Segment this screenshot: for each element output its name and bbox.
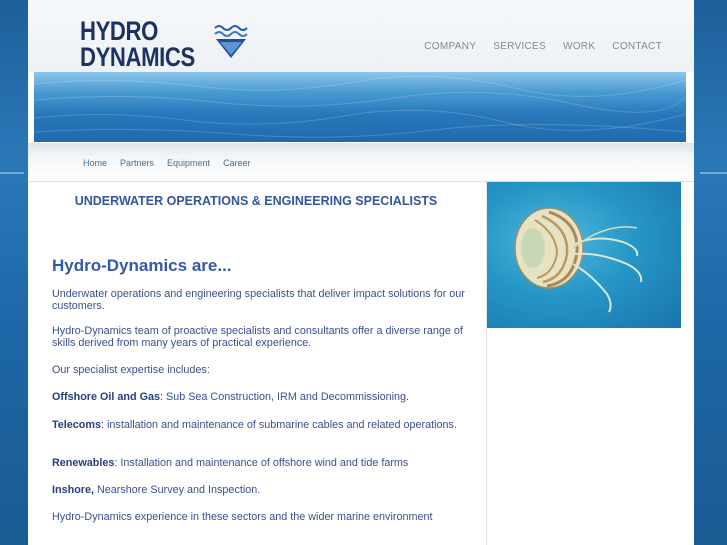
nav-work[interactable]: WORK [563, 41, 595, 52]
expertise-text: : Sub Sea Construction, IRM and Decommis… [160, 391, 410, 403]
subnav-partners[interactable]: Partners [120, 158, 154, 168]
expertise-item: Inshore, Nearshore Survey and Inspection… [52, 484, 466, 497]
expertise-text: Nearshore Survey and Inspection. [94, 484, 261, 496]
nav-services[interactable]: SERVICES [493, 41, 546, 52]
nautilus-photo [487, 182, 681, 328]
expertise-term: Telecoms [52, 419, 102, 431]
subnav-equipment[interactable]: Equipment [167, 158, 210, 168]
logo-text-line1[interactable]: HYDRO [80, 18, 158, 45]
background-streak [700, 172, 727, 174]
ocean-banner [34, 72, 686, 142]
expertise-text: : Installation and maintenance of offsho… [114, 457, 409, 469]
header: HYDRO DYNAMICS COMPANY SERVICES WORK CON… [28, 0, 694, 72]
nav-company[interactable]: COMPANY [424, 41, 476, 52]
waves-triangle-icon[interactable] [213, 22, 249, 60]
expertise-term: Offshore Oil and Gas [52, 391, 160, 403]
nautilus-icon [514, 207, 643, 313]
expertise-term: Renewables [52, 457, 115, 469]
banner-texture [34, 75, 686, 138]
expertise-term: Inshore, [52, 484, 94, 496]
top-nav: COMPANY SERVICES WORK CONTACT [424, 41, 662, 52]
nav-contact[interactable]: CONTACT [612, 41, 662, 52]
expertise-text: : installation and maintenance of submar… [101, 419, 457, 431]
expertise-item: Telecoms: installation and maintenance o… [52, 419, 466, 432]
sub-nav: Home Partners Equipment Career [83, 158, 251, 168]
page-container: HYDRO DYNAMICS COMPANY SERVICES WORK CON… [28, 0, 694, 545]
expertise-item: Renewables: Installation and maintenance… [52, 457, 466, 470]
subnav-home[interactable]: Home [83, 158, 107, 168]
paragraph-3: Our specialist expertise includes: [52, 364, 210, 376]
paragraph-last: Hydro-Dynamics experience in these secto… [52, 511, 433, 523]
background-streak [0, 172, 24, 174]
subnav-career[interactable]: Career [223, 158, 251, 168]
intro-heading: Hydro-Dynamics are... [52, 256, 232, 275]
paragraph-1: Underwater operations and engineering sp… [52, 288, 465, 312]
main-heading: UNDERWATER OPERATIONS & ENGINEERING SPEC… [74, 194, 438, 208]
logo-text-line2[interactable]: DYNAMICS [80, 44, 195, 71]
expertise-item: Offshore Oil and Gas: Sub Sea Constructi… [52, 391, 466, 404]
paragraph-2: Hydro-Dynamics team of proactive special… [52, 325, 463, 349]
